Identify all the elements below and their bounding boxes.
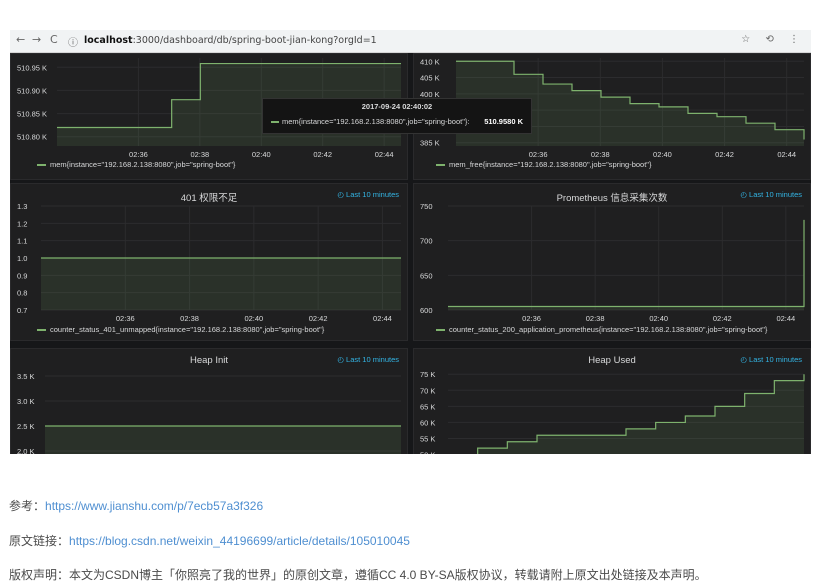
series-area bbox=[448, 219, 804, 310]
browser-extension-icons[interactable]: ☆ ⟲ ⋮ bbox=[741, 34, 805, 45]
x-tick-label: 02:38 bbox=[180, 314, 199, 323]
y-tick-label: 1.0 bbox=[17, 254, 27, 263]
legend-label: mem_free{instance="192.168.2.138:8080",j… bbox=[449, 160, 652, 169]
heap-used-chart: 75 K 70 K 65 K 60 K 55 K 50 K bbox=[420, 370, 805, 454]
series-area bbox=[477, 374, 804, 454]
reference-line: 参考：https://www.jianshu.com/p/7ecb57a3f32… bbox=[9, 497, 263, 514]
legend-swatch bbox=[436, 329, 445, 332]
original-label: 原文链接： bbox=[9, 534, 70, 548]
x-tick-label: 02:38 bbox=[586, 314, 605, 323]
y-tick-label: 510.80 K bbox=[17, 133, 47, 142]
y-tick-label: 600 bbox=[420, 306, 433, 315]
x-tick-label: 02:36 bbox=[129, 150, 148, 159]
browser-toolbar: ← → C ⓘ localhost:3000/dashboard/db/spri… bbox=[10, 30, 811, 53]
series-area bbox=[41, 258, 401, 310]
y-tick-label: 700 bbox=[420, 237, 433, 246]
grafana-screenshot: ← → C ⓘ localhost:3000/dashboard/db/spri… bbox=[10, 30, 811, 454]
legend-swatch bbox=[436, 164, 445, 167]
legend-label: counter_status_401_unmapped{instance="19… bbox=[50, 325, 325, 334]
original-link-line: 原文链接：https://blog.csdn.net/weixin_441966… bbox=[9, 532, 410, 549]
x-tick-label: 02:36 bbox=[116, 314, 135, 323]
info-icon[interactable]: ⓘ bbox=[68, 34, 78, 49]
tooltip-time: 2017-09-24 02:40:02 bbox=[361, 102, 433, 111]
legend-401[interactable]: counter_status_401_unmapped{instance="19… bbox=[37, 325, 324, 334]
reference-link[interactable]: https://www.jianshu.com/p/7ecb57a3f326 bbox=[45, 499, 263, 513]
x-tick-label: 02:44 bbox=[777, 150, 796, 159]
tooltip-value: 510.9580 K bbox=[484, 117, 523, 126]
y-tick-label: 510.95 K bbox=[17, 63, 47, 72]
graph-tooltip: 2017-09-24 02:40:02 mem{instance="192.16… bbox=[262, 98, 532, 134]
legend-swatch bbox=[37, 164, 46, 167]
panel-prometheus[interactable]: Prometheus 信息采集次数 ◴ Last 10 minutes 750 7… bbox=[413, 183, 811, 341]
y-tick-label: 1.3 bbox=[17, 202, 27, 211]
y-tick-label: 0.8 bbox=[17, 289, 27, 298]
x-tick-label: 02:42 bbox=[715, 150, 734, 159]
y-tick-label: 0.9 bbox=[17, 271, 27, 280]
legend-200[interactable]: counter_status_200_application_prometheu… bbox=[436, 325, 767, 334]
y-tick-label: 65 K bbox=[420, 402, 435, 411]
x-tick-label: 02:44 bbox=[776, 314, 795, 323]
legend-mem[interactable]: mem{instance="192.168.2.138:8080",job="s… bbox=[37, 160, 235, 169]
x-tick-label: 02:38 bbox=[190, 150, 209, 159]
panel-heap-used[interactable]: Heap Used ◴ Last 10 minutes 75 K 70 K 65 K… bbox=[413, 348, 811, 454]
reload-icon[interactable]: C bbox=[50, 33, 58, 46]
y-tick-label: 510.85 K bbox=[17, 110, 47, 119]
y-tick-label: 50 K bbox=[420, 451, 435, 454]
c401-chart: 1.3 1.2 1.1 1.0 0.9 0.8 0.7 02:36 02:38 02:40 02:4… bbox=[17, 202, 401, 323]
x-tick-label: 02:42 bbox=[313, 150, 332, 159]
series-area bbox=[45, 426, 401, 454]
y-tick-label: 3.5 K bbox=[17, 372, 35, 381]
tooltip-label: mem{instance="192.168.2.138:8080",job="s… bbox=[282, 117, 470, 126]
y-tick-label: 750 bbox=[420, 202, 433, 211]
x-tick-label: 02:40 bbox=[653, 150, 672, 159]
legend-swatch bbox=[37, 329, 46, 332]
x-tick-label: 02:36 bbox=[522, 314, 541, 323]
y-tick-label: 60 K bbox=[420, 418, 435, 427]
back-icon[interactable]: ← bbox=[16, 33, 25, 46]
url-host: localhost bbox=[84, 35, 133, 46]
forward-icon[interactable]: → bbox=[32, 33, 41, 46]
x-tick-label: 02:36 bbox=[529, 150, 548, 159]
address-bar[interactable]: localhost:3000/dashboard/db/spring-boot-… bbox=[84, 35, 377, 46]
original-link[interactable]: https://blog.csdn.net/weixin_44196699/ar… bbox=[69, 534, 410, 548]
y-tick-label: 55 K bbox=[420, 435, 435, 444]
x-tick-label: 02:40 bbox=[649, 314, 668, 323]
y-tick-label: 410 K bbox=[420, 57, 440, 66]
x-tick-label: 02:40 bbox=[252, 150, 271, 159]
legend-label: mem{instance="192.168.2.138:8080",job="s… bbox=[50, 160, 236, 169]
y-tick-label: 650 bbox=[420, 271, 433, 280]
y-tick-label: 1.1 bbox=[17, 237, 27, 246]
y-tick-label: 75 K bbox=[420, 370, 435, 379]
legend-mem-free[interactable]: mem_free{instance="192.168.2.138:8080",j… bbox=[436, 160, 651, 169]
copyright-notice: 版权声明：本文为CSDN博主「你照亮了我的世界」的原创文章，遵循CC 4.0 B… bbox=[9, 568, 707, 582]
reference-label: 参考： bbox=[9, 499, 46, 513]
x-tick-label: 02:42 bbox=[309, 314, 328, 323]
y-tick-label: 2.0 K bbox=[17, 447, 35, 454]
heap-init-chart: 3.5 K 3.0 K 2.5 K 2.0 K bbox=[17, 372, 401, 454]
y-tick-label: 385 K bbox=[420, 139, 440, 148]
x-tick-label: 02:44 bbox=[373, 314, 392, 323]
x-tick-label: 02:40 bbox=[244, 314, 263, 323]
y-tick-label: 0.7 bbox=[17, 306, 27, 315]
url-path: :3000/dashboard/db/spring-boot-jian-kong… bbox=[132, 35, 377, 46]
tooltip-swatch bbox=[271, 121, 279, 124]
y-tick-label: 510.90 K bbox=[17, 86, 47, 95]
y-tick-label: 2.5 K bbox=[17, 422, 35, 431]
x-tick-label: 02:38 bbox=[591, 150, 610, 159]
panel-heap-init[interactable]: Heap Init ◴ Last 10 minutes 3.5 K 3.0 K 2.… bbox=[10, 348, 408, 454]
y-tick-label: 3.0 K bbox=[17, 397, 35, 406]
y-tick-label: 405 K bbox=[420, 74, 440, 83]
series-line bbox=[448, 219, 805, 308]
panel-401[interactable]: 401 权限不足 ◴ Last 10 minutes 1.3 1.2 1.1 1.0 0… bbox=[10, 183, 408, 341]
x-tick-label: 02:42 bbox=[713, 314, 732, 323]
legend-label: counter_status_200_application_prometheu… bbox=[449, 325, 768, 334]
c200-chart: 750 700 650 600 02:36 02:38 02:40 02:42 02:44 bbox=[420, 202, 805, 323]
tooltip-series: mem{instance="192.168.2.138:8080",job="s… bbox=[271, 117, 469, 126]
y-tick-label: 70 K bbox=[420, 386, 435, 395]
x-tick-label: 02:44 bbox=[375, 150, 394, 159]
y-tick-label: 1.2 bbox=[17, 219, 27, 228]
